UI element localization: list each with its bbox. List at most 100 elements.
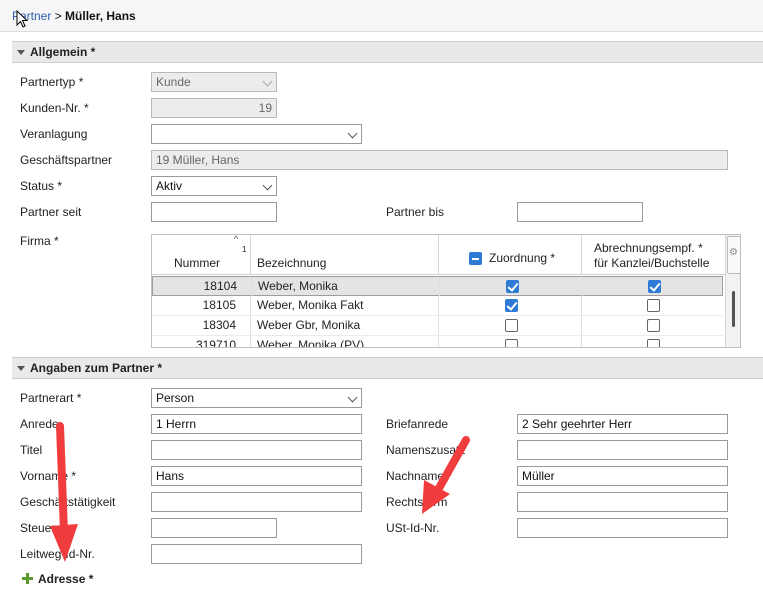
mouse-cursor-icon <box>16 10 29 28</box>
section-angaben-header[interactable]: Angaben zum Partner * <box>12 357 763 379</box>
zuordnung-checkbox[interactable] <box>505 299 518 312</box>
collapse-triangle-icon <box>17 50 25 55</box>
geschaeftspartner-field[interactable]: 19 Müller, Hans <box>151 150 728 170</box>
collapse-triangle-icon <box>17 366 25 371</box>
nachname-field[interactable]: Müller <box>517 466 728 486</box>
vorname-label: Vorname * <box>20 469 77 483</box>
abrechnung-checkbox[interactable] <box>648 280 661 293</box>
column-header-zuordnung[interactable]: Zuordnung * <box>439 235 582 275</box>
column-zuordnung-label: Zuordnung * <box>489 251 556 265</box>
column-header-nummer[interactable]: ^ 1 Nummer <box>152 235 251 275</box>
select-all-minus-checkbox[interactable] <box>469 252 482 265</box>
abrechnung-checkbox[interactable] <box>647 319 660 332</box>
status-select[interactable]: Aktiv <box>151 176 277 196</box>
vorname-field[interactable]: Hans <box>151 466 362 486</box>
cell-nummer: 18304 <box>152 316 251 335</box>
section-angaben-title: Angaben zum Partner * <box>30 361 163 375</box>
partner-bis-field[interactable] <box>517 202 643 222</box>
partnerart-select[interactable]: Person <box>151 388 362 408</box>
table-row[interactable]: 18104 Weber, Monika <box>152 276 723 296</box>
nachname-label: Nachname * <box>386 469 453 483</box>
cell-abrechnung <box>582 316 723 335</box>
breadcrumb: Partner > Müller, Hans <box>12 9 136 23</box>
zuordnung-checkbox[interactable] <box>506 280 519 293</box>
firma-grid: ^ 1 Nummer Bezeichnung Zuordnung * Abrec… <box>151 234 741 348</box>
partner-seit-field[interactable] <box>151 202 277 222</box>
partnertyp-select[interactable]: Kunde <box>151 72 277 92</box>
breadcrumb-separator: > <box>51 9 66 23</box>
column-settings-gear-icon[interactable] <box>727 236 740 274</box>
chevron-down-icon <box>347 128 358 139</box>
partnerart-label: Partnerart * <box>20 391 82 405</box>
breadcrumb-current: Müller, Hans <box>65 9 136 23</box>
geschaeftstaetigkeit-label: Geschäftstätigkeit <box>20 495 116 509</box>
column-nummer-label: Nummer <box>174 256 221 270</box>
cell-nummer: 18105 <box>152 296 251 315</box>
firma-label: Firma * <box>20 234 59 248</box>
table-row[interactable]: 319710 Weber, Monika (PV) <box>152 336 723 347</box>
titel-field[interactable] <box>151 440 362 460</box>
steuer-nr-field[interactable] <box>151 518 277 538</box>
scrollbar-thumb[interactable] <box>732 291 735 327</box>
kunden-nr-label: Kunden-Nr. * <box>20 101 89 115</box>
column-header-abrechnung[interactable]: Abrechnungsempf. * für Kanzlei/Buchstell… <box>582 235 725 275</box>
titel-label: Titel <box>20 443 43 457</box>
sort-up-icon: ^ <box>234 234 239 244</box>
namenszusatz-label: Namenszusatz <box>386 443 466 457</box>
adresse-header[interactable]: Adresse * <box>38 572 93 586</box>
leitweg-id-nr-field[interactable] <box>151 544 362 564</box>
steuer-nr-label: Steuer-Nr. <box>20 521 75 535</box>
chevron-down-icon <box>262 180 273 191</box>
table-row[interactable]: 18304 Weber Gbr, Monika <box>152 316 723 336</box>
cell-zuordnung <box>440 277 583 296</box>
partner-bis-label: Partner bis <box>386 205 445 219</box>
cell-bezeichnung: Weber, Monika <box>252 277 440 296</box>
section-allgemein-title: Allgemein * <box>30 45 96 59</box>
kunden-nr-field[interactable]: 19 <box>151 98 277 118</box>
chevron-down-icon <box>262 76 273 87</box>
anrede-label: Anrede <box>20 417 59 431</box>
veranlagung-label: Veranlagung <box>20 127 88 141</box>
status-value: Aktiv <box>156 179 183 193</box>
cell-zuordnung <box>439 316 582 335</box>
column-bezeichnung-label: Bezeichnung <box>257 256 327 270</box>
cell-abrechnung <box>582 336 723 347</box>
veranlagung-select[interactable] <box>151 124 362 144</box>
zuordnung-checkbox[interactable] <box>505 339 518 347</box>
column-abrechnung-label-2: für Kanzlei/Buchstelle <box>594 256 710 270</box>
cell-bezeichnung: Weber Gbr, Monika <box>251 316 439 335</box>
partner-seit-label: Partner seit <box>20 205 82 219</box>
cell-bezeichnung: Weber, Monika (PV) <box>251 336 439 347</box>
cell-zuordnung <box>439 296 582 315</box>
partnertyp-label: Partnertyp * <box>20 75 84 89</box>
grid-scrollbar[interactable] <box>725 235 740 347</box>
anrede-field[interactable]: 1 Herrn <box>151 414 362 434</box>
table-row[interactable]: 18105 Weber, Monika Fakt <box>152 296 723 316</box>
leitweg-id-nr-label: Leitweg-Id-Nr. <box>20 547 95 561</box>
column-header-bezeichnung[interactable]: Bezeichnung <box>251 235 439 275</box>
cell-abrechnung <box>582 296 723 315</box>
column-abrechnung-label-1: Abrechnungsempf. * <box>594 241 703 255</box>
abrechnung-checkbox[interactable] <box>647 339 660 347</box>
partnertyp-value: Kunde <box>156 75 191 89</box>
abrechnung-checkbox[interactable] <box>647 299 660 312</box>
grid-header: ^ 1 Nummer Bezeichnung Zuordnung * Abrec… <box>152 235 740 275</box>
rechtsform-field[interactable] <box>517 492 728 512</box>
ust-id-nr-field[interactable] <box>517 518 728 538</box>
briefanrede-field[interactable]: 2 Sehr geehrter Herr <box>517 414 728 434</box>
briefanrede-label: Briefanrede <box>386 417 449 431</box>
partnerart-value: Person <box>156 391 195 405</box>
plus-icon[interactable] <box>22 573 33 584</box>
chevron-down-icon <box>347 392 358 403</box>
cell-zuordnung <box>439 336 582 347</box>
zuordnung-checkbox[interactable] <box>505 319 518 332</box>
cell-bezeichnung: Weber, Monika Fakt <box>251 296 439 315</box>
section-allgemein-header[interactable]: Allgemein * <box>12 41 763 63</box>
namenszusatz-field[interactable] <box>517 440 728 460</box>
geschaeftstaetigkeit-field[interactable] <box>151 492 362 512</box>
cell-nummer: 319710 <box>152 336 251 347</box>
cell-nummer: 18104 <box>153 277 252 296</box>
status-label: Status * <box>20 179 63 193</box>
sort-index: 1 <box>242 245 247 254</box>
rechtsform-label: Rechtsform <box>386 495 448 509</box>
